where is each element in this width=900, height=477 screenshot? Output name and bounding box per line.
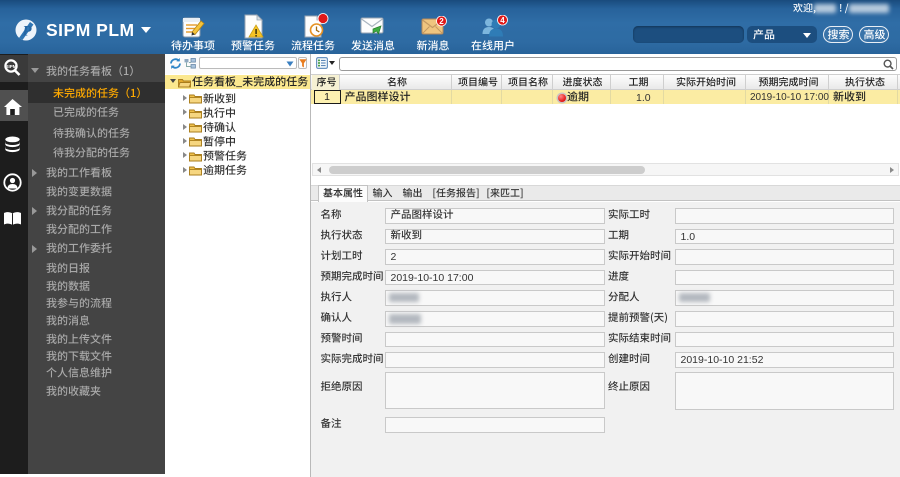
svg-text:4: 4 bbox=[500, 16, 505, 25]
svg-text:2: 2 bbox=[439, 17, 444, 26]
svg-text:P: P bbox=[22, 24, 32, 40]
svg-text:SIPM: SIPM bbox=[5, 64, 16, 69]
